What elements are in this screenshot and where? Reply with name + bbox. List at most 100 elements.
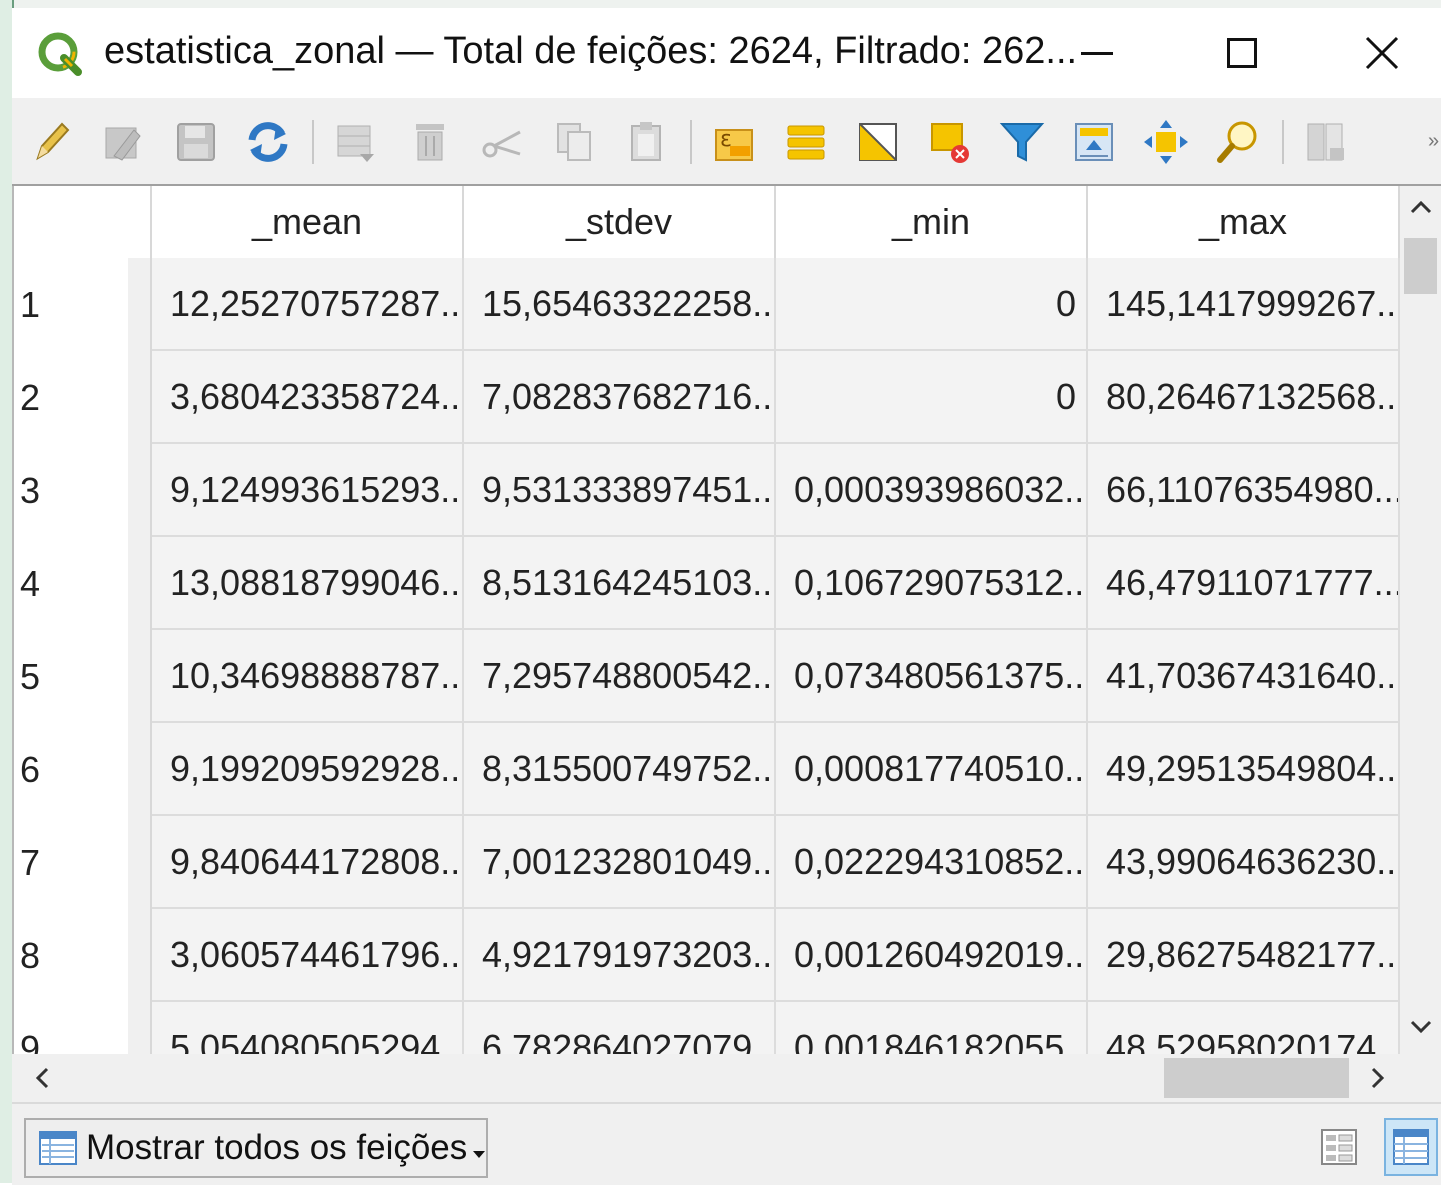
delete-selected-icon[interactable] [404, 116, 456, 168]
table-row[interactable]: 8 3,060574461796... 4,921791973203... 0,… [14, 909, 1402, 1002]
row-number[interactable]: 9 [14, 1002, 128, 1054]
row-number[interactable]: 3 [14, 444, 128, 537]
table-row[interactable]: 5 10,34698888787... 7,295748800542... 0,… [14, 630, 1402, 723]
close-button[interactable] [1332, 8, 1432, 98]
show-features-filter-button[interactable]: Mostrar todos os feições [24, 1118, 488, 1178]
toolbar-overflow-button[interactable]: » [1428, 130, 1439, 153]
row-selector[interactable] [128, 909, 152, 1002]
horizontal-scroll-thumb[interactable] [1164, 1058, 1349, 1098]
column-header-min[interactable]: _min [776, 186, 1088, 258]
pan-map-to-selected-icon[interactable] [1140, 116, 1192, 168]
select-all-icon[interactable] [780, 116, 832, 168]
cell-stdev[interactable]: 15,65463322258... [464, 258, 776, 351]
zoom-map-to-selected-icon[interactable] [1212, 116, 1264, 168]
row-selector[interactable] [128, 351, 152, 444]
paste-icon[interactable] [620, 116, 672, 168]
cell-stdev[interactable]: 7,082837682716... [464, 351, 776, 444]
cell-stdev[interactable]: 4,921791973203... [464, 909, 776, 1002]
cell-stdev[interactable]: 8,315500749752... [464, 723, 776, 816]
table-row[interactable]: 6 9,199209592928... 8,315500749752... 0,… [14, 723, 1402, 816]
column-header-mean[interactable]: _mean [152, 186, 464, 258]
save-edits-icon[interactable] [170, 116, 222, 168]
row-selector[interactable] [128, 258, 152, 351]
cell-min[interactable]: 0,000393986032... [776, 444, 1088, 537]
cell-max[interactable]: 145,1417999267... [1088, 258, 1400, 351]
cell-max[interactable]: 80,26467132568... [1088, 351, 1400, 444]
cell-mean[interactable]: 9,840644172808... [152, 816, 464, 909]
cell-max[interactable]: 48,52958020174... [1088, 1002, 1400, 1054]
row-number[interactable]: 8 [14, 909, 128, 1002]
vertical-scrollbar[interactable] [1400, 186, 1441, 1054]
table-row[interactable]: 4 13,08818799046... 8,513164245103... 0,… [14, 537, 1402, 630]
cell-max[interactable]: 41,70367431640... [1088, 630, 1400, 723]
deselect-all-icon[interactable] [924, 116, 976, 168]
vertical-scroll-thumb[interactable] [1404, 238, 1437, 294]
cell-max[interactable]: 43,99064636230... [1088, 816, 1400, 909]
cell-max[interactable]: 49,29513549804... [1088, 723, 1400, 816]
title-bar[interactable]: estatistica_zonal — Total de feições: 26… [12, 8, 1441, 98]
cell-max[interactable]: 29,86275482177... [1088, 909, 1400, 1002]
scroll-down-button[interactable] [1408, 1014, 1434, 1040]
form-view-button[interactable] [1312, 1118, 1366, 1176]
row-number[interactable]: 2 [14, 351, 128, 444]
table-row[interactable]: 3 9,124993615293... 9,531333897451... 0,… [14, 444, 1402, 537]
cell-min[interactable]: 0,001846182055... [776, 1002, 1088, 1054]
table-view-button[interactable] [1384, 1118, 1438, 1176]
row-selector[interactable] [128, 1002, 152, 1054]
add-feature-icon[interactable] [330, 116, 382, 168]
invert-selection-icon[interactable] [852, 116, 904, 168]
column-header-stdev[interactable]: _stdev [464, 186, 776, 258]
cell-stdev[interactable]: 7,295748800542... [464, 630, 776, 723]
cell-mean[interactable]: 3,060574461796... [152, 909, 464, 1002]
copy-icon[interactable] [548, 116, 600, 168]
cell-min[interactable]: 0 [776, 351, 1088, 444]
table-row[interactable]: 7 9,840644172808... 7,001232801049... 0,… [14, 816, 1402, 909]
cell-stdev[interactable]: 9,531333897451... [464, 444, 776, 537]
cell-min[interactable]: 0,022294310852... [776, 816, 1088, 909]
cell-mean[interactable]: 3,680423358724... [152, 351, 464, 444]
cell-mean[interactable]: 9,199209592928... [152, 723, 464, 816]
row-number[interactable]: 6 [14, 723, 128, 816]
reload-table-icon[interactable] [242, 116, 294, 168]
filter-select-icon[interactable] [996, 116, 1048, 168]
row-selector[interactable] [128, 444, 152, 537]
cell-max[interactable]: 46,47911071777... [1088, 537, 1400, 630]
row-selector[interactable] [128, 537, 152, 630]
cut-icon[interactable] [476, 116, 528, 168]
cell-stdev[interactable]: 6,782864027079... [464, 1002, 776, 1054]
row-selector[interactable] [128, 816, 152, 909]
select-by-expression-icon[interactable]: ε [708, 116, 760, 168]
cell-max[interactable]: 66,11076354980... [1088, 444, 1400, 537]
horizontal-scrollbar[interactable] [12, 1054, 1441, 1102]
row-selector[interactable] [128, 723, 152, 816]
table-row[interactable]: 1 12,25270757287... 15,65463322258... 0 … [14, 258, 1402, 351]
cell-min[interactable]: 0,001260492019... [776, 909, 1088, 1002]
corner-header[interactable] [14, 186, 128, 258]
cell-mean[interactable]: 12,25270757287... [152, 258, 464, 351]
row-number[interactable]: 1 [14, 258, 128, 351]
cell-min[interactable]: 0,000817740510... [776, 723, 1088, 816]
row-number[interactable]: 5 [14, 630, 128, 723]
move-selection-to-top-icon[interactable] [1068, 116, 1120, 168]
scroll-left-button[interactable] [28, 1064, 56, 1092]
cell-min[interactable]: 0,073480561375... [776, 630, 1088, 723]
table-row[interactable]: 9 5,054080505294... 6,782864027079... 0,… [14, 1002, 1402, 1054]
cell-stdev[interactable]: 8,513164245103... [464, 537, 776, 630]
scroll-up-button[interactable] [1408, 194, 1434, 220]
row-selector[interactable] [128, 630, 152, 723]
new-field-icon[interactable] [1300, 116, 1352, 168]
cell-mean[interactable]: 9,124993615293... [152, 444, 464, 537]
cell-mean[interactable]: 5,054080505294... [152, 1002, 464, 1054]
cell-mean[interactable]: 13,08818799046... [152, 537, 464, 630]
row-number[interactable]: 4 [14, 537, 128, 630]
cell-min[interactable]: 0 [776, 258, 1088, 351]
cell-stdev[interactable]: 7,001232801049... [464, 816, 776, 909]
scroll-right-button[interactable] [1364, 1064, 1392, 1092]
table-row[interactable]: 2 3,680423358724... 7,082837682716... 0 … [14, 351, 1402, 444]
toggle-multi-edit-icon[interactable] [98, 116, 150, 168]
cell-mean[interactable]: 10,34698888787... [152, 630, 464, 723]
cell-min[interactable]: 0,106729075312... [776, 537, 1088, 630]
row-number[interactable]: 7 [14, 816, 128, 909]
toggle-editing-icon[interactable] [26, 116, 78, 168]
minimize-button[interactable] [1047, 8, 1147, 98]
